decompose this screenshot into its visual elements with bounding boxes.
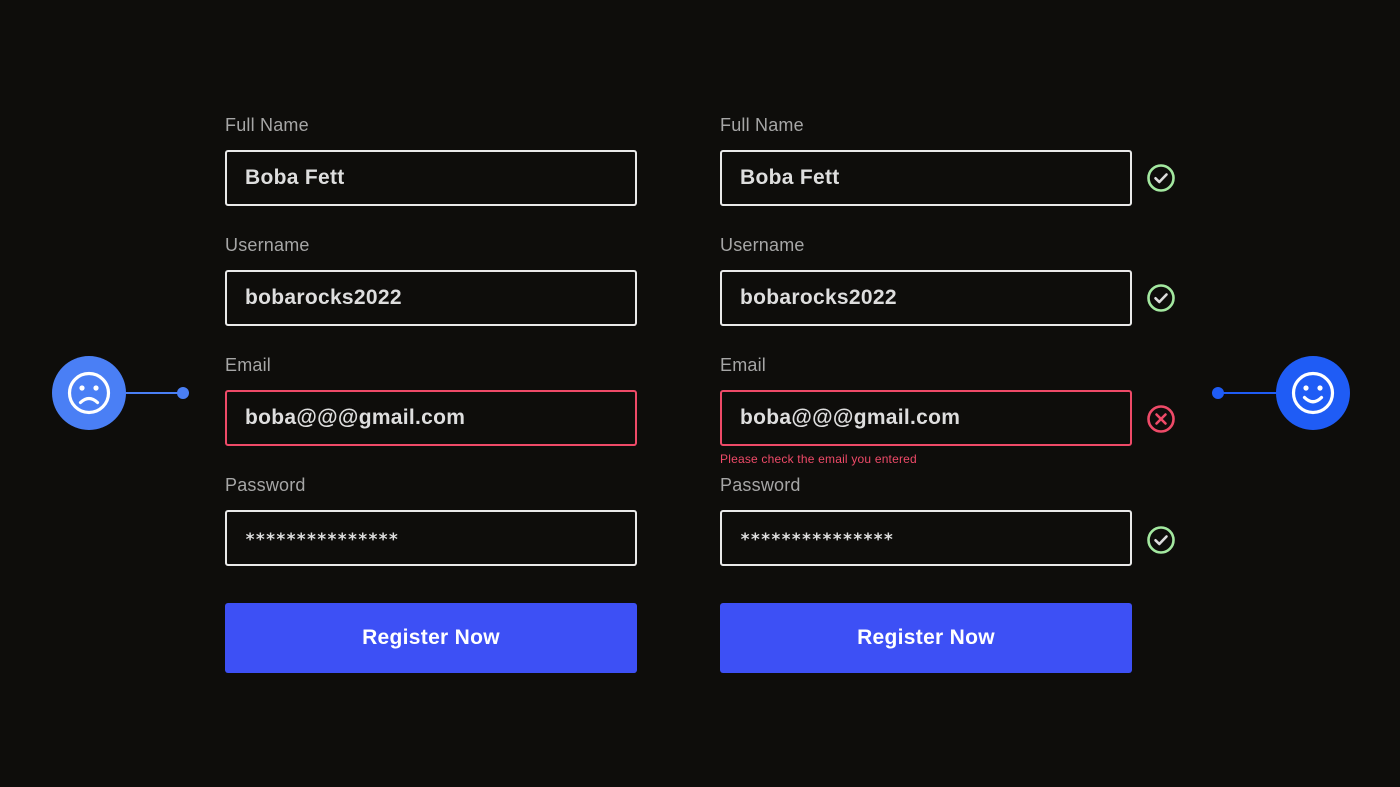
register-now-button[interactable]: Register Now: [720, 603, 1132, 673]
username-field[interactable]: bobarocks2022: [225, 270, 637, 326]
register-now-label: Register Now: [857, 626, 995, 649]
register-now-label: Register Now: [362, 626, 500, 649]
connector-dot: [177, 387, 189, 399]
full-name-value: Boba Fett: [245, 166, 345, 189]
check-circle-icon: [1147, 284, 1175, 312]
full-name-field[interactable]: Boba Fett: [225, 150, 637, 206]
password-value: ***************: [740, 530, 894, 550]
email-value: boba@@@gmail.com: [245, 406, 466, 429]
email-label: Email: [225, 355, 272, 375]
password-value: ***************: [245, 530, 399, 550]
username-label: Username: [225, 235, 310, 255]
x-circle-icon: [1147, 405, 1175, 433]
email-label: Email: [720, 355, 767, 375]
password-field[interactable]: ***************: [225, 510, 637, 566]
password-label: Password: [720, 475, 801, 495]
email-error-message: Please check the email you entered: [720, 452, 917, 466]
happy-face-icon: [1276, 356, 1350, 430]
username-value: bobarocks2022: [740, 286, 897, 309]
connector-line: [1218, 392, 1278, 394]
check-circle-icon: [1147, 164, 1175, 192]
register-now-button[interactable]: Register Now: [225, 603, 637, 673]
username-value: bobarocks2022: [245, 286, 402, 309]
sad-face-icon: [52, 356, 126, 430]
full-name-value: Boba Fett: [740, 166, 840, 189]
username-label: Username: [720, 235, 805, 255]
full-name-label: Full Name: [225, 115, 309, 135]
canvas: Full Name Boba Fett Username bobarocks20…: [0, 0, 1400, 787]
check-circle-icon: [1147, 526, 1175, 554]
full-name-field[interactable]: Boba Fett: [720, 150, 1132, 206]
email-field[interactable]: boba@@@gmail.com: [720, 390, 1132, 446]
password-field[interactable]: ***************: [720, 510, 1132, 566]
email-field[interactable]: boba@@@gmail.com: [225, 390, 637, 446]
username-field[interactable]: bobarocks2022: [720, 270, 1132, 326]
connector-line: [124, 392, 182, 394]
password-label: Password: [225, 475, 306, 495]
email-value: boba@@@gmail.com: [740, 406, 961, 429]
full-name-label: Full Name: [720, 115, 804, 135]
